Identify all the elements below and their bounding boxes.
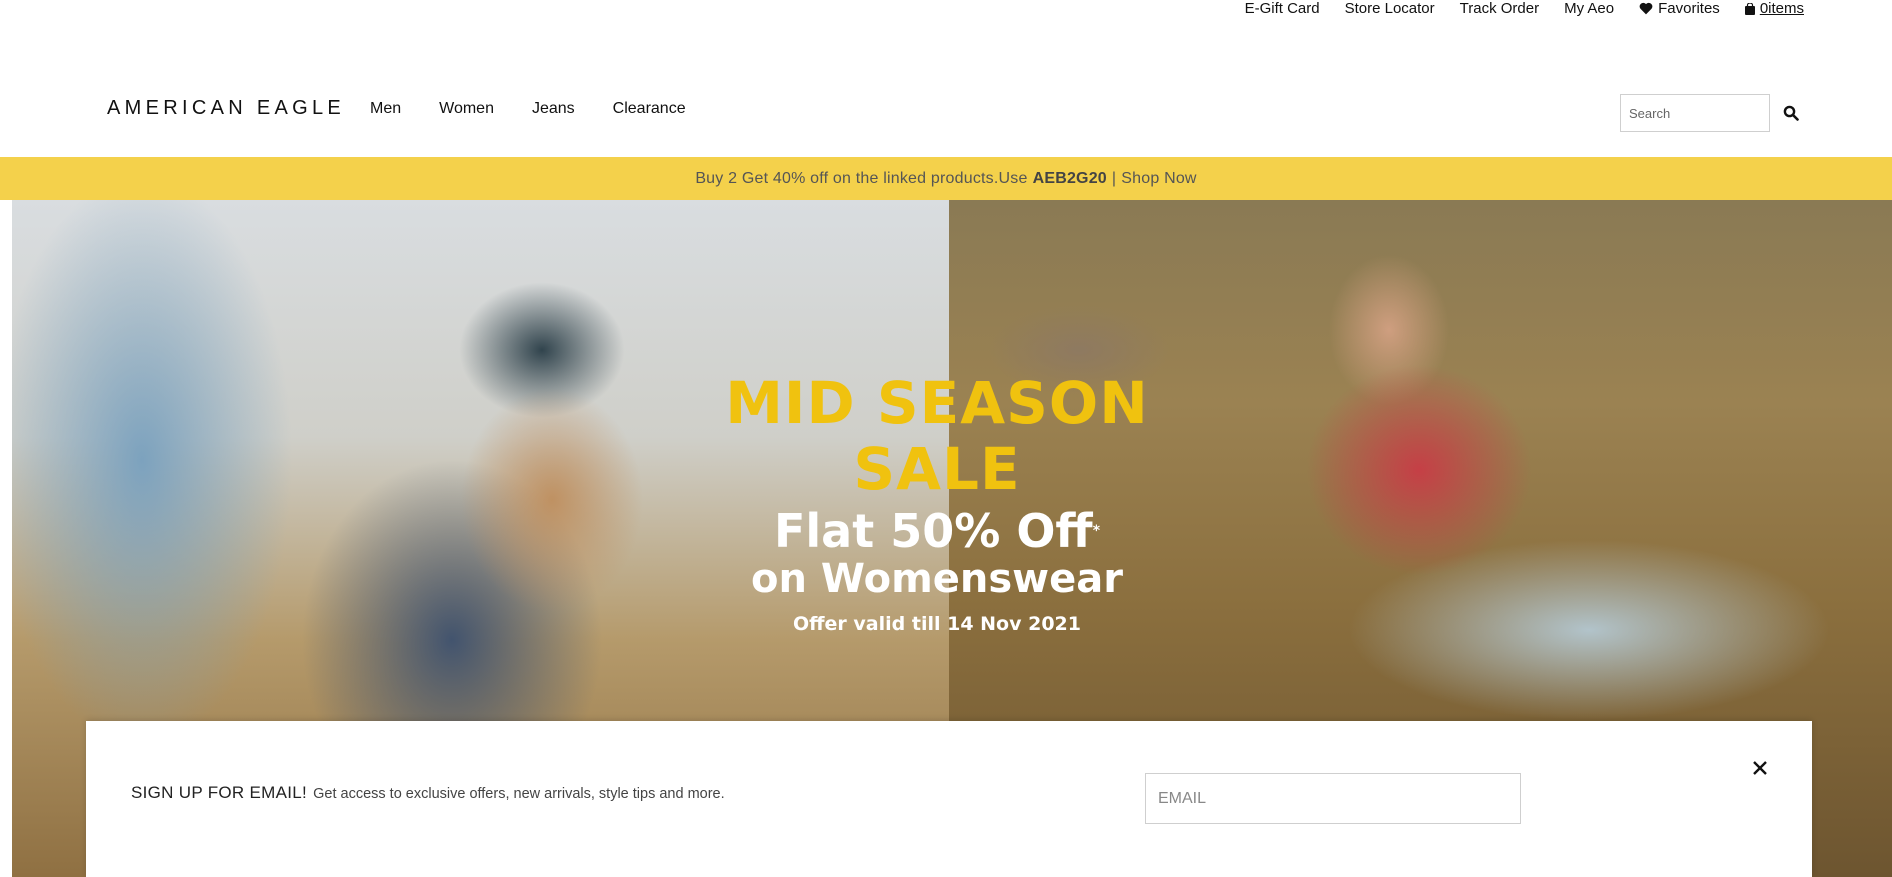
utility-links: E-Gift Card Store Locator Track Order My… bbox=[1245, 0, 1804, 17]
hero-offer-text: Flat 50% Off bbox=[773, 504, 1093, 558]
bag-icon bbox=[1744, 2, 1755, 15]
hero-offer-line: Flat 50% Off* bbox=[637, 506, 1237, 556]
favorites-label: Favorites bbox=[1658, 0, 1720, 17]
nav-jeans[interactable]: Jeans bbox=[532, 100, 575, 118]
main-header: AMERICAN EAGLE Men Women Jeans Clearance bbox=[0, 78, 1892, 138]
utility-bar: E-Gift Card Store Locator Track Order My… bbox=[0, 0, 1892, 20]
hero-text: MID SEASON SALE Flat 50% Off* on Womensw… bbox=[637, 370, 1237, 638]
my-aeo-link[interactable]: My Aeo bbox=[1564, 0, 1614, 17]
bag-link[interactable]: 0items bbox=[1744, 0, 1804, 17]
signup-text: SIGN UP FOR EMAIL! Get access to exclusi… bbox=[131, 783, 741, 804]
email-signup-panel: SIGN UP FOR EMAIL! Get access to exclusi… bbox=[86, 721, 1812, 877]
hero-validity: Offer valid till 14 Nov 2021 bbox=[793, 613, 1081, 635]
bag-items-count: 0items bbox=[1759, 0, 1804, 17]
hero-category-line: on Womenswear bbox=[751, 556, 1123, 602]
promo-code: AEB2G20 bbox=[1032, 169, 1107, 187]
favorites-link[interactable]: Favorites bbox=[1639, 0, 1720, 17]
email-field[interactable] bbox=[1145, 773, 1521, 824]
heart-icon bbox=[1639, 2, 1653, 15]
promo-strip: Buy 2 Get 40% off on the linked products… bbox=[0, 157, 1892, 200]
promo-separator: | bbox=[1111, 169, 1117, 187]
search-icon bbox=[1783, 105, 1799, 121]
close-signup-button[interactable] bbox=[1750, 759, 1770, 779]
nav-men[interactable]: Men bbox=[370, 100, 401, 118]
signup-lead: SIGN UP FOR EMAIL! bbox=[131, 783, 308, 802]
hero-offer-asterisk: * bbox=[1092, 523, 1101, 539]
logo[interactable]: AMERICAN EAGLE bbox=[107, 97, 345, 120]
main-nav: Men Women Jeans Clearance bbox=[370, 100, 686, 118]
egift-card-link[interactable]: E-Gift Card bbox=[1245, 0, 1320, 17]
close-icon bbox=[1753, 760, 1767, 775]
search-button[interactable] bbox=[1781, 104, 1801, 124]
nav-women[interactable]: Women bbox=[439, 100, 494, 118]
promo-text: Buy 2 Get 40% off on the linked products… bbox=[695, 169, 1028, 187]
shop-now-link[interactable]: Shop Now bbox=[1121, 170, 1196, 188]
signup-body: Get access to exclusive offers, new arri… bbox=[313, 786, 725, 802]
nav-clearance[interactable]: Clearance bbox=[613, 100, 686, 118]
hero-headline: MID SEASON SALE bbox=[725, 369, 1149, 503]
track-order-link[interactable]: Track Order bbox=[1460, 0, 1539, 17]
search-input[interactable] bbox=[1620, 94, 1770, 132]
store-locator-link[interactable]: Store Locator bbox=[1345, 0, 1435, 17]
